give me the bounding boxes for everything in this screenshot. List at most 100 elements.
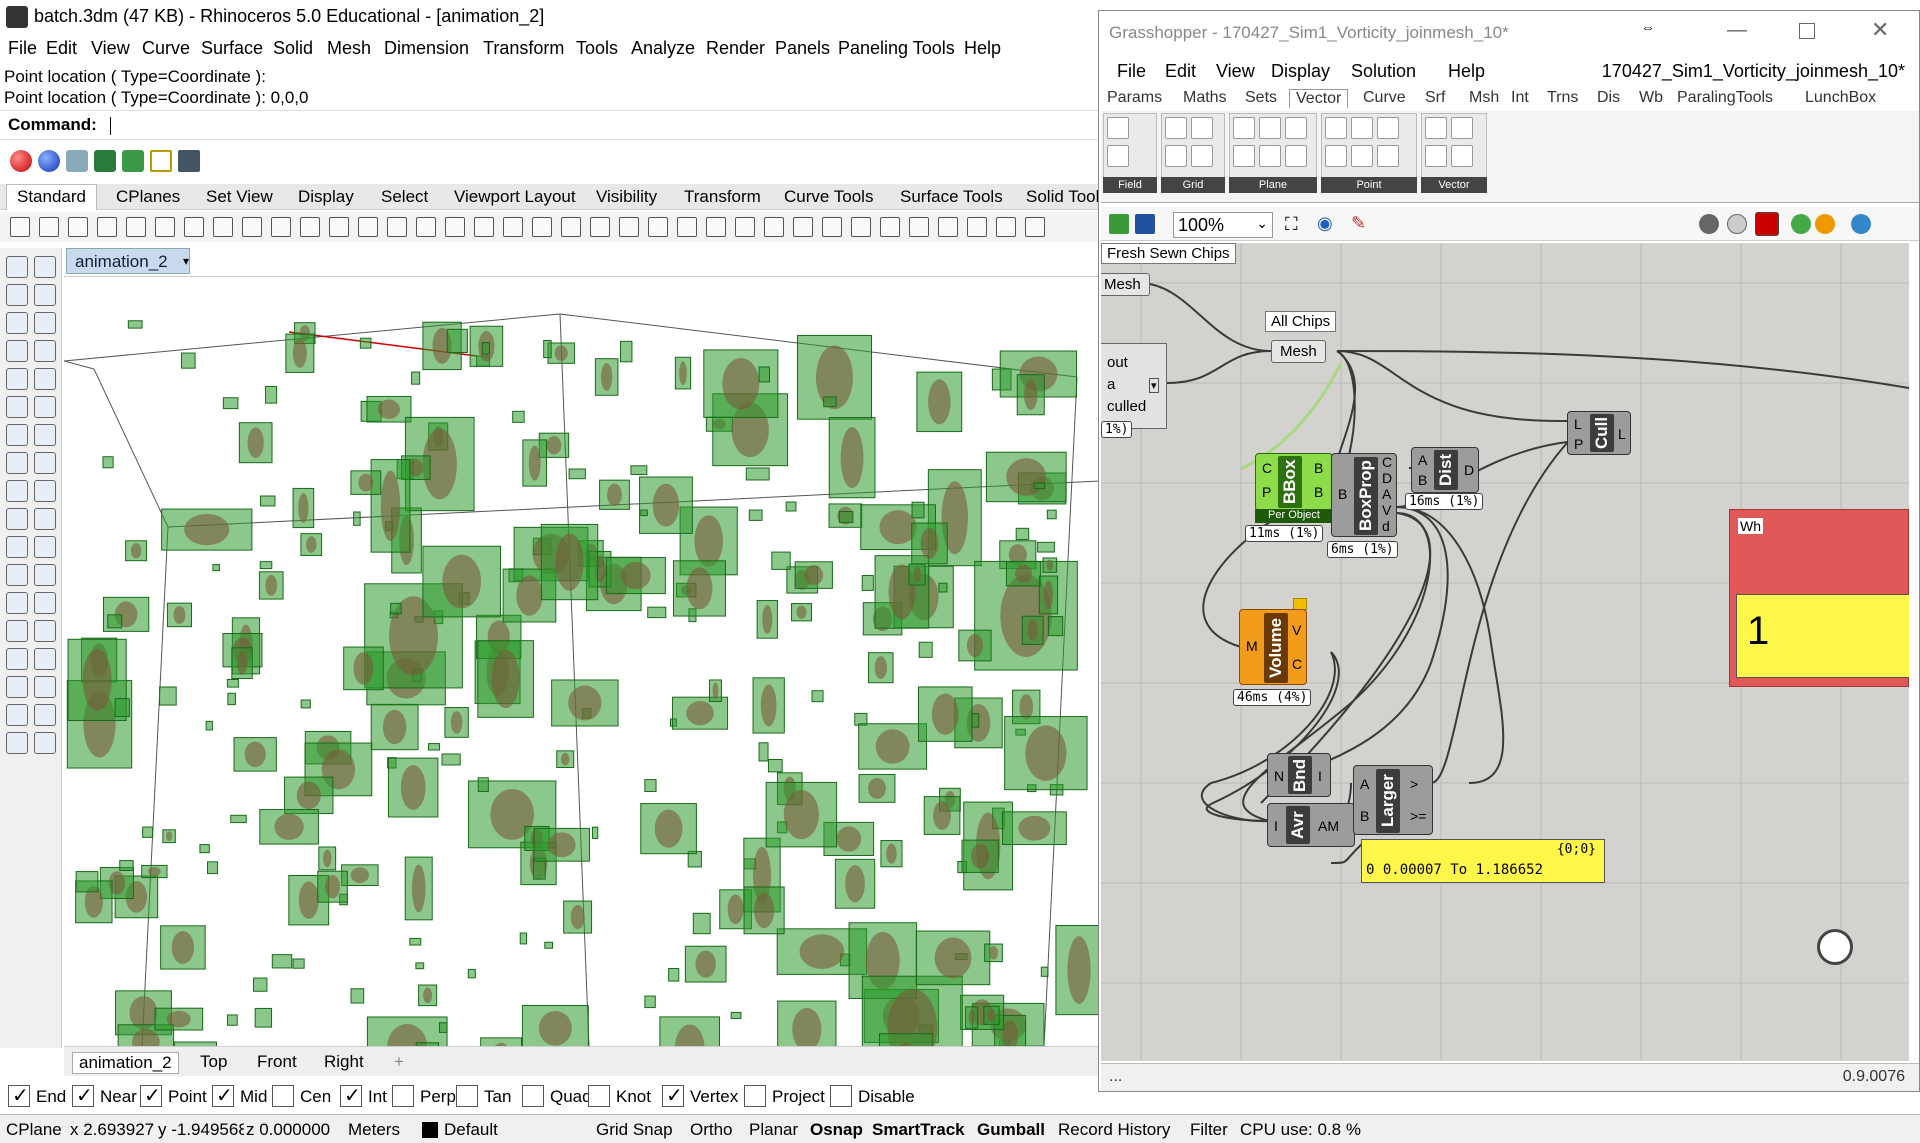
- gh-ribbon-tool-icon[interactable]: [1165, 117, 1187, 139]
- blue-sphere-icon[interactable]: [38, 150, 60, 172]
- gh-ribbon-tool-icon[interactable]: [1325, 145, 1347, 167]
- toolbar-tool-icon[interactable]: [851, 217, 871, 237]
- tab-curve-tools[interactable]: Curve Tools: [784, 187, 873, 207]
- menu-view[interactable]: View: [91, 38, 130, 59]
- menu-render[interactable]: Render: [706, 38, 765, 59]
- left-tool-icon[interactable]: [6, 340, 28, 362]
- zoom-select[interactable]: 100% ⌄: [1173, 212, 1273, 238]
- toolbar-tool-icon[interactable]: [39, 217, 59, 237]
- left-tool-icon[interactable]: [34, 676, 56, 698]
- tab-viewport-layout[interactable]: Viewport Layout: [454, 187, 576, 207]
- gh-tab-msh[interactable]: Msh: [1469, 89, 1499, 107]
- left-tool-icon[interactable]: [34, 564, 56, 586]
- gh-canvas[interactable]: Fresh Sewn Chips Mesh All Chips Mesh out…: [1101, 243, 1909, 1061]
- gh-ribbon-tool-icon[interactable]: [1233, 117, 1255, 139]
- tab-transform[interactable]: Transform: [684, 187, 761, 207]
- zoom-extents-icon[interactable]: ⛶: [1285, 214, 1298, 235]
- panel-component[interactable]: {0;0} 0 0.00007 To 1.186652: [1361, 839, 1605, 883]
- gh-ribbon-tool-icon[interactable]: [1377, 145, 1399, 167]
- gh-tab-dis[interactable]: Dis: [1597, 89, 1620, 107]
- gh-tab-trns[interactable]: Trns: [1547, 89, 1578, 107]
- gh-ribbon-tool-icon[interactable]: [1377, 117, 1399, 139]
- osnap-checkbox-mid[interactable]: [212, 1083, 234, 1108]
- left-tool-icon[interactable]: [6, 676, 28, 698]
- toolbar-tool-icon[interactable]: [242, 217, 262, 237]
- left-tool-icon[interactable]: [34, 536, 56, 558]
- osnap-checkbox-cen[interactable]: [272, 1085, 294, 1107]
- left-tool-icon[interactable]: [6, 312, 28, 334]
- tab-solid-tools[interactable]: Solid Tool: [1026, 187, 1099, 207]
- left-tool-icon[interactable]: [34, 396, 56, 418]
- toolbar-tool-icon[interactable]: [793, 217, 813, 237]
- gh-ribbon-tool-icon[interactable]: [1107, 117, 1129, 139]
- status-gumball[interactable]: Gumball: [977, 1120, 1045, 1140]
- red-sphere-icon[interactable]: [10, 150, 32, 172]
- toolbar-tool-icon[interactable]: [880, 217, 900, 237]
- sketch-icon[interactable]: ✎: [1351, 213, 1366, 234]
- gh-menu-file[interactable]: File: [1117, 61, 1146, 82]
- osnap-checkbox-project[interactable]: [744, 1085, 766, 1107]
- left-tool-icon[interactable]: [34, 620, 56, 642]
- tab-cplanes[interactable]: CPlanes: [116, 187, 180, 207]
- osnap-checkbox-end[interactable]: [8, 1083, 30, 1108]
- stream-dropdown-icon[interactable]: ▾: [1149, 378, 1159, 393]
- tab-select[interactable]: Select: [381, 187, 428, 207]
- toolbar-tool-icon[interactable]: [358, 217, 378, 237]
- toolbar-tool-icon[interactable]: [474, 217, 494, 237]
- toolbar-tool-icon[interactable]: [822, 217, 842, 237]
- menu-surface[interactable]: Surface: [201, 38, 263, 59]
- open-file-icon[interactable]: [1109, 214, 1129, 234]
- osnap-checkbox-knot[interactable]: [588, 1085, 610, 1107]
- perspective-viewport[interactable]: [64, 276, 1100, 1046]
- cube-icon[interactable]: [66, 150, 88, 172]
- toolbar-tool-icon[interactable]: [155, 217, 175, 237]
- gh-ribbon-tool-icon[interactable]: [1451, 145, 1473, 167]
- tab-front[interactable]: Front: [257, 1052, 297, 1072]
- gh-menu-display[interactable]: Display: [1271, 61, 1330, 82]
- bnd-component[interactable]: N Bnd I: [1267, 753, 1331, 797]
- gh-ribbon-tool-icon[interactable]: [1425, 117, 1447, 139]
- left-tool-icon[interactable]: [6, 452, 28, 474]
- left-tool-icon[interactable]: [34, 480, 56, 502]
- toolbar-tool-icon[interactable]: [938, 217, 958, 237]
- gh-ribbon-tool-icon[interactable]: [1325, 117, 1347, 139]
- status-planar[interactable]: Planar: [749, 1120, 798, 1140]
- red-group[interactable]: Wh 1: [1729, 509, 1909, 687]
- menu-mesh[interactable]: Mesh: [327, 38, 371, 59]
- gh-menu-edit[interactable]: Edit: [1165, 61, 1196, 82]
- status-record-history[interactable]: Record History: [1058, 1120, 1170, 1140]
- left-tool-icon[interactable]: [6, 508, 28, 530]
- selected-preview-icon[interactable]: [1791, 214, 1811, 234]
- osnap-checkbox-quad[interactable]: [522, 1085, 544, 1107]
- command-line[interactable]: Command:: [0, 110, 1100, 140]
- close-icon[interactable]: ✕: [1871, 17, 1889, 43]
- toolbar-tool-icon[interactable]: [184, 217, 204, 237]
- add-tab-icon[interactable]: +: [394, 1052, 404, 1072]
- chevron-down-icon[interactable]: ▾: [180, 248, 192, 274]
- gh-ribbon-tool-icon[interactable]: [1191, 117, 1213, 139]
- book-icon[interactable]: [178, 150, 200, 172]
- gh-ribbon-tool-icon[interactable]: [1285, 117, 1307, 139]
- yellow-number-slider[interactable]: 1: [1736, 594, 1909, 678]
- toolbar-tool-icon[interactable]: [416, 217, 436, 237]
- menu-analyze[interactable]: Analyze: [631, 38, 695, 59]
- menu-dimension[interactable]: Dimension: [384, 38, 469, 59]
- left-tool-icon[interactable]: [34, 452, 56, 474]
- gh-ribbon-tool-icon[interactable]: [1107, 145, 1129, 167]
- left-tool-icon[interactable]: [6, 536, 28, 558]
- gh-tab-vector[interactable]: Vector: [1289, 89, 1349, 108]
- gh-menu-view[interactable]: View: [1216, 61, 1255, 82]
- toolbar-tool-icon[interactable]: [996, 217, 1016, 237]
- toolbar-tool-icon[interactable]: [648, 217, 668, 237]
- tab-standard[interactable]: Standard: [6, 184, 97, 210]
- menu-file[interactable]: File: [8, 38, 37, 59]
- viewport-title-tab[interactable]: animation_2: [66, 248, 190, 274]
- left-tool-icon[interactable]: [34, 704, 56, 726]
- tab-visibility[interactable]: Visibility: [596, 187, 657, 207]
- toolbar-tool-icon[interactable]: [126, 217, 146, 237]
- gh-ribbon-tool-icon[interactable]: [1351, 145, 1373, 167]
- toolbar-tool-icon[interactable]: [68, 217, 88, 237]
- toolbar-tool-icon[interactable]: [735, 217, 755, 237]
- toolbar-tool-icon[interactable]: [10, 217, 30, 237]
- tab-top[interactable]: Top: [200, 1052, 227, 1072]
